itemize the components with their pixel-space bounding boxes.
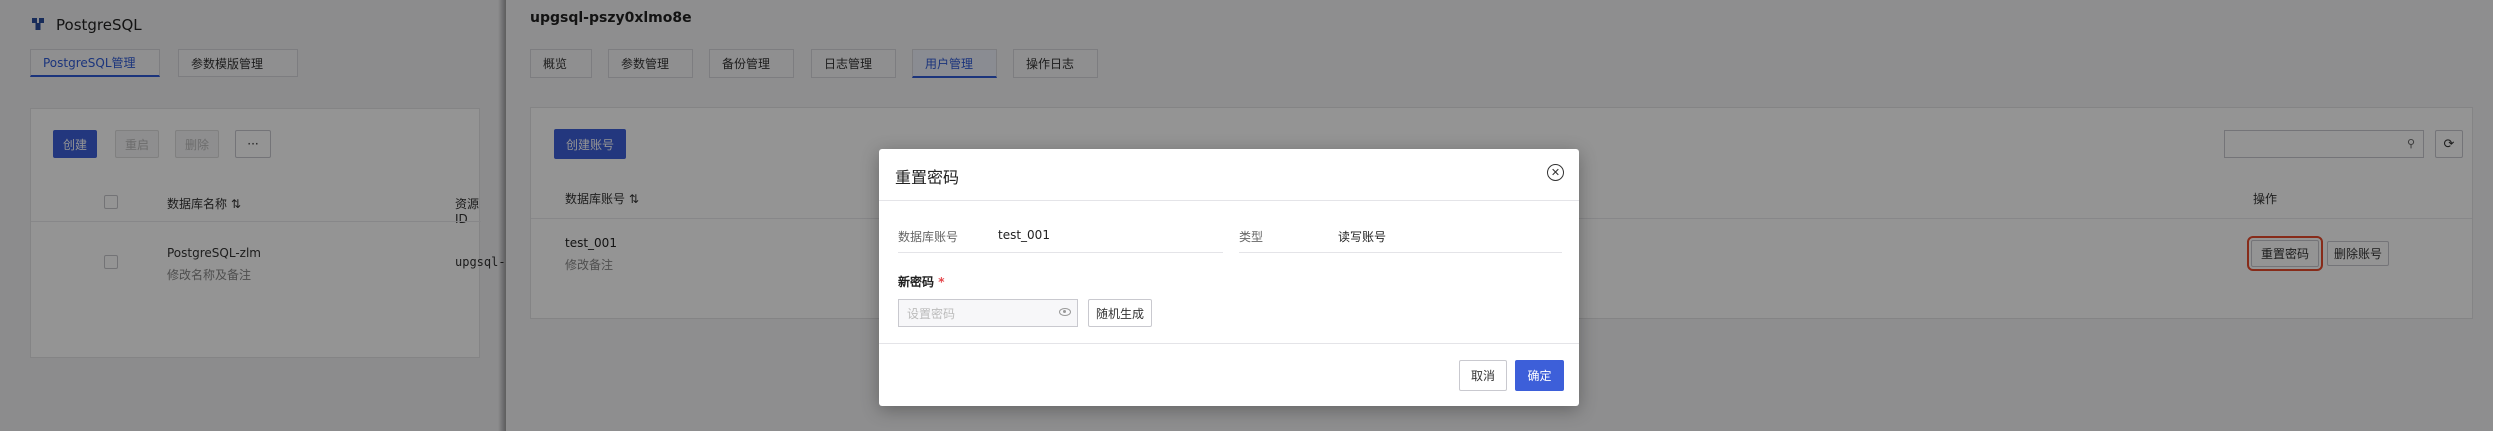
divider [879,343,1579,344]
confirm-button[interactable]: 确定 [1515,360,1564,391]
drawer-shadow [498,0,506,431]
divider [898,252,1223,253]
random-generate-button[interactable]: 随机生成 [1088,299,1152,327]
account-label: 数据库账号 [898,230,959,244]
cancel-button[interactable]: 取消 [1459,360,1507,391]
type-label: 类型 [1239,230,1264,244]
password-placeholder: 设置密码 [907,306,956,321]
eye-icon[interactable] [1059,308,1071,316]
divider [1239,252,1562,253]
close-icon[interactable]: ✕ [1547,164,1564,181]
dialog-title: 重置密码 [895,168,960,187]
type-value: 读写账号 [1338,230,1387,244]
reset-password-dialog: 重置密码 ✕ 数据库账号 test_001 类型 读写账号 新密码 * 设置密码… [879,149,1579,406]
divider [879,200,1579,201]
password-input[interactable]: 设置密码 [898,299,1078,327]
new-password-label: 新密码 * [898,275,945,289]
account-value: test_001 [998,228,1050,242]
required-mark: * [938,275,945,289]
